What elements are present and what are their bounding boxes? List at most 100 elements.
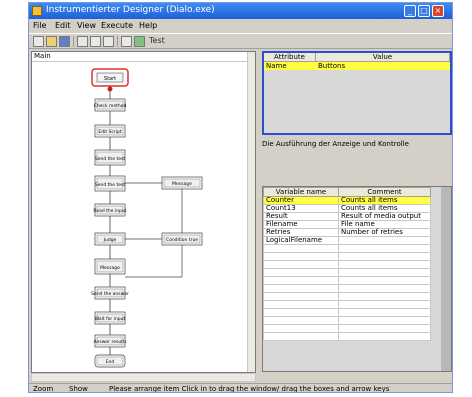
flow-node-label: Read the input	[93, 208, 126, 214]
flow-vertical-scrollbar[interactable]	[247, 52, 255, 372]
cut-icon[interactable]	[77, 36, 88, 47]
flow-node-label: Send the test	[95, 156, 125, 162]
flow-node-label: Message	[100, 265, 120, 271]
menu-edit[interactable]: Edit	[55, 21, 71, 30]
variable-comment-cell[interactable]: Number of retries	[338, 228, 431, 237]
table-row[interactable]	[263, 332, 431, 341]
variables-table: Variable name Comment Counter Counts all …	[263, 187, 431, 341]
properties-selected-row[interactable]	[264, 62, 450, 70]
flow-node[interactable]: Send the test	[94, 175, 126, 192]
flow-node[interactable]: Message	[94, 258, 126, 275]
menu-bar: File Edit View Execute Help	[29, 20, 452, 32]
flow-node-label: Edit Script	[98, 129, 121, 135]
table-row[interactable]	[263, 276, 431, 285]
table-row[interactable]	[263, 292, 431, 301]
title-bar[interactable]: Instrumentierter Designer (Dialo.exe) _ …	[29, 3, 452, 19]
variable-comment-cell[interactable]	[338, 276, 431, 285]
variable-name-cell[interactable]	[263, 284, 339, 293]
properties-header-value[interactable]: Value	[316, 53, 450, 62]
copy-icon[interactable]	[90, 36, 101, 47]
variable-name-cell[interactable]	[263, 276, 339, 285]
flow-node[interactable]: Read the input	[93, 203, 127, 217]
variable-name-cell[interactable]	[263, 332, 339, 341]
maximize-button[interactable]: □	[418, 5, 430, 17]
flow-node-label: Check method	[94, 103, 127, 109]
variables-scrollbar[interactable]	[441, 187, 451, 371]
variable-comment-cell[interactable]	[338, 308, 431, 317]
save-icon[interactable]	[59, 36, 70, 47]
table-row[interactable]	[263, 244, 431, 253]
table-row[interactable]	[263, 324, 431, 333]
description-text: Die Ausführung der Anzeige und Kontrolle	[262, 140, 409, 148]
table-row[interactable]: LogicalFilename	[263, 236, 431, 245]
new-icon[interactable]	[33, 36, 44, 47]
flow-node-end[interactable]: End	[94, 354, 126, 368]
flow-node-label: Send the test	[95, 182, 125, 188]
variable-name-cell[interactable]	[263, 292, 339, 301]
table-row[interactable]	[263, 300, 431, 309]
variable-comment-cell[interactable]	[338, 332, 431, 341]
status-zoom: Zoom	[33, 385, 54, 393]
variable-name-cell[interactable]	[263, 308, 339, 317]
properties-grid[interactable]: Attribute name Value Name Buttons	[262, 51, 452, 135]
flow-node-label: Wait for input	[95, 316, 126, 322]
variable-comment-cell[interactable]	[338, 244, 431, 253]
variable-comment-cell[interactable]	[338, 260, 431, 269]
variable-name-cell[interactable]	[263, 316, 339, 325]
undo-icon[interactable]	[121, 36, 132, 47]
variable-comment-cell[interactable]	[338, 316, 431, 325]
table-row[interactable]	[263, 308, 431, 317]
open-icon[interactable]	[46, 36, 57, 47]
flow-node-label: Condition true	[166, 237, 198, 243]
window-title: Instrumentierter Designer (Dialo.exe)	[46, 5, 215, 15]
properties-cell-value[interactable]: Buttons	[318, 62, 345, 70]
flow-side-node[interactable]: Message	[161, 176, 203, 190]
flow-side-node[interactable]: Condition true	[161, 232, 203, 246]
variable-comment-cell[interactable]	[338, 252, 431, 261]
variable-name-cell[interactable]: LogicalFilename	[263, 236, 339, 245]
minimize-button[interactable]: _	[404, 5, 416, 17]
flow-node[interactable]: Send the test	[94, 149, 126, 166]
flow-start-dot	[107, 86, 113, 92]
toolbar-label: Test	[149, 36, 165, 45]
variables-grid[interactable]: Variable name Comment Counter Counts all …	[262, 186, 452, 372]
run-icon[interactable]	[134, 36, 145, 47]
variable-comment-cell[interactable]	[338, 292, 431, 301]
variable-name-cell[interactable]	[263, 268, 339, 277]
variable-comment-cell[interactable]	[338, 300, 431, 309]
flow-horizontal-scrollbar[interactable]	[31, 373, 256, 382]
toolbar-separator	[73, 36, 74, 47]
paste-icon[interactable]	[103, 36, 114, 47]
properties-cell-name: Name	[266, 62, 287, 70]
flow-node[interactable]: Send the answer	[91, 286, 129, 300]
flow-node[interactable]: Judge	[94, 232, 126, 246]
variable-name-cell[interactable]	[263, 244, 339, 253]
flow-node[interactable]: Edit Script	[94, 124, 126, 138]
table-row[interactable]	[263, 316, 431, 325]
variable-name-cell[interactable]	[263, 252, 339, 261]
close-button[interactable]: ×	[432, 5, 444, 17]
status-show: Show	[69, 385, 88, 393]
menu-view[interactable]: View	[77, 21, 96, 30]
menu-file[interactable]: File	[33, 21, 46, 30]
variable-name-cell[interactable]	[263, 260, 339, 269]
app-window: Instrumentierter Designer (Dialo.exe) _ …	[28, 2, 453, 393]
flow-node[interactable]: Check method	[94, 98, 127, 112]
menu-execute[interactable]: Execute	[101, 21, 133, 30]
menu-help[interactable]: Help	[139, 21, 157, 30]
flow-node-label: Answer results	[93, 339, 127, 345]
variable-name-cell[interactable]	[263, 300, 339, 309]
flow-node[interactable]: Answer results	[93, 334, 127, 348]
table-row[interactable]	[263, 268, 431, 277]
table-row[interactable]	[263, 284, 431, 293]
table-row[interactable]	[263, 260, 431, 269]
flow-pane[interactable]: Main Start Check method Edit Script Send…	[31, 51, 256, 373]
variable-comment-cell[interactable]	[338, 268, 431, 277]
variable-comment-cell[interactable]	[338, 324, 431, 333]
variable-comment-cell[interactable]	[338, 284, 431, 293]
flow-node[interactable]: Wait for input	[94, 311, 126, 325]
variable-name-cell[interactable]	[263, 324, 339, 333]
table-row[interactable]	[263, 252, 431, 261]
properties-header-name[interactable]: Attribute name	[264, 53, 316, 69]
variable-comment-cell[interactable]	[338, 236, 431, 245]
